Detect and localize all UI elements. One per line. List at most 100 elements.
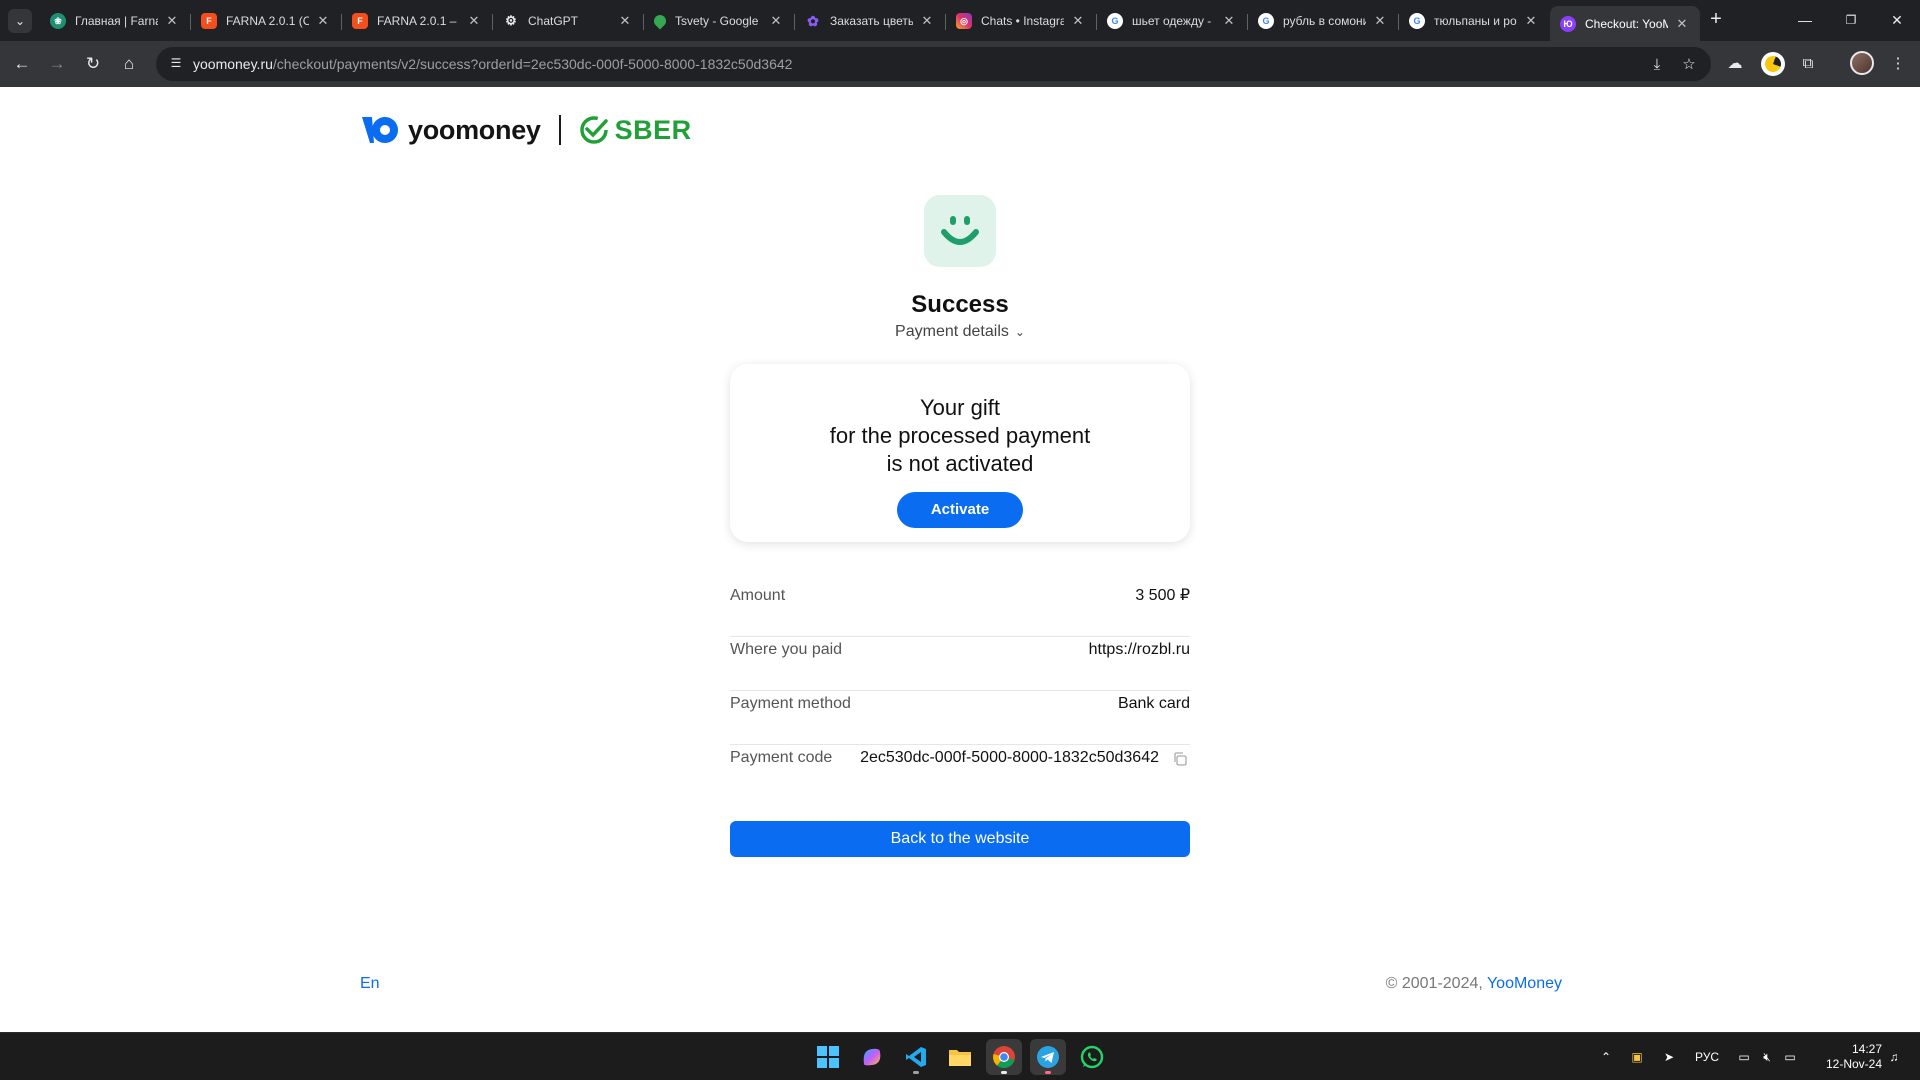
chatgpt-icon: ⚙: [505, 13, 517, 28]
site-info-icon[interactable]: ☰: [168, 56, 184, 72]
tab-figma-community[interactable]: F FARNA 2.0.1 (Community) ✕: [191, 6, 342, 36]
tab-google-search-3[interactable]: G тюльпаны и розы ✕: [1399, 6, 1549, 36]
battery-icon[interactable]: ▭: [1779, 1033, 1801, 1080]
browser-menu-icon[interactable]: ⋮: [1886, 52, 1910, 76]
farna-icon: ❀: [50, 13, 66, 29]
copyright: © 2001-2024, YooMoney: [1386, 975, 1562, 993]
detail-label: Payment code: [730, 749, 833, 766]
windows-start-icon[interactable]: [810, 1039, 846, 1075]
home-icon[interactable]: ⌂: [116, 51, 142, 77]
install-app-icon[interactable]: ⤓: [1647, 55, 1667, 75]
close-icon[interactable]: ✕: [164, 13, 180, 29]
activate-button[interactable]: Activate: [897, 492, 1023, 528]
checkout-page: yoomoney SBER Success Payment details ⌄ Y…: [0, 87, 1920, 1032]
copyright-text: © 2001-2024,: [1385, 975, 1483, 992]
url-text: yoomoney.ru/checkout/payments/v2/success…: [193, 56, 792, 72]
gift-line-1: Your gift: [920, 395, 1000, 420]
tab-title: FARNA 2.0.1 (Community): [226, 14, 309, 28]
tab-title: шьет одежду - Google: [1132, 14, 1215, 28]
sber-logo-icon: [579, 116, 608, 144]
brand-logo[interactable]: yoomoney SBER: [360, 113, 692, 147]
network-icon[interactable]: ▭: [1733, 1033, 1755, 1080]
notification-bell-icon[interactable]: ♫︎: [1884, 1033, 1904, 1080]
google-icon: G: [1258, 13, 1274, 29]
yoomoney-link[interactable]: YooMoney: [1487, 975, 1562, 992]
chevron-down-icon: ⌄: [1014, 325, 1025, 339]
success-smile-icon: [924, 195, 996, 267]
tab-chatgpt[interactable]: ⚙ ChatGPT ✕: [493, 6, 644, 36]
windows-taskbar: ⌃ ▣ ➤ РУС ▭ 🔇︎ ▭ 14:27 12-Nov-24 ♫︎: [0, 1032, 1920, 1080]
tray-terminal-icon[interactable]: ▣: [1626, 1033, 1648, 1080]
tray-chevron-up-icon[interactable]: ⌃: [1596, 1033, 1616, 1080]
minimize-button[interactable]: —: [1782, 0, 1828, 40]
close-icon[interactable]: ✕: [1070, 13, 1086, 29]
forward-arrow-icon[interactable]: →: [44, 51, 70, 77]
whatsapp-icon[interactable]: [1074, 1039, 1110, 1075]
detail-value: https://rozbl.ru: [1088, 641, 1190, 658]
sber-wordmark: SBER: [614, 114, 692, 145]
bookmark-star-icon[interactable]: ☆: [1679, 55, 1699, 75]
tab-checkout-yoomoney[interactable]: Ю Checkout: YooMoney ✕: [1550, 6, 1700, 41]
telegram-icon[interactable]: [1030, 1039, 1066, 1075]
page-title: Success: [911, 291, 1009, 318]
chrome-icon[interactable]: [986, 1039, 1022, 1075]
address-bar[interactable]: ☰ yoomoney.ru/checkout/payments/v2/succe…: [156, 47, 1711, 81]
back-arrow-icon[interactable]: ←: [9, 51, 35, 77]
payment-code-value: 2ec530dc-000f-5000-8000-1832c50d3642: [860, 749, 1159, 766]
tab-google-maps[interactable]: Tsvety - Google Maps ✕: [644, 6, 795, 36]
browser-toolbar: ← → ↻ ⌂ ☰ yoomoney.ru/checkout/payments/…: [0, 41, 1920, 87]
gift-message: Your gift for the processed payment is n…: [730, 394, 1190, 478]
tab-farna-home[interactable]: ❀ Главная | Farna ✕: [40, 6, 191, 36]
url-host: yoomoney.ru: [193, 56, 273, 72]
system-clock[interactable]: 14:27 12-Nov-24: [1826, 1042, 1882, 1072]
profile-avatar[interactable]: [1850, 51, 1874, 75]
tab-google-search-1[interactable]: G шьет одежду - Google ✕: [1097, 6, 1248, 36]
google-icon: G: [1409, 13, 1425, 29]
figma-icon: F: [201, 13, 217, 29]
detail-label: Payment method: [730, 695, 851, 712]
tab-instagram[interactable]: ◎ Chats • Instagram ✕: [946, 6, 1097, 36]
detail-value: Bank card: [1117, 695, 1190, 712]
close-icon[interactable]: ✕: [1523, 13, 1539, 29]
close-icon[interactable]: ✕: [315, 13, 331, 29]
file-explorer-icon[interactable]: [942, 1039, 978, 1075]
reload-icon[interactable]: ↻: [80, 51, 106, 77]
figma-icon: F: [352, 13, 368, 29]
tray-telegram-icon[interactable]: ➤: [1658, 1033, 1680, 1080]
language-switcher[interactable]: En: [360, 975, 380, 993]
copy-icon[interactable]: [1173, 752, 1187, 766]
close-icon[interactable]: ✕: [919, 13, 935, 29]
clock-time: 14:27: [1851, 1042, 1882, 1056]
tab-title: Tsvety - Google Maps: [675, 14, 762, 28]
close-icon[interactable]: ✕: [768, 13, 784, 29]
close-icon[interactable]: ✕: [466, 13, 482, 29]
pacman-extension-icon[interactable]: [1761, 52, 1785, 76]
detail-value: 3 500 ₽: [1135, 587, 1190, 604]
close-icon[interactable]: ✕: [617, 13, 633, 29]
payment-details-toggle[interactable]: Payment details ⌄: [860, 323, 1060, 341]
tab-title: рубль в сомони: [1283, 14, 1366, 28]
close-icon[interactable]: ✕: [1674, 16, 1690, 32]
url-path: /checkout/payments/v2/success?orderId=2e…: [272, 56, 793, 72]
window-close-button[interactable]: ✕: [1874, 0, 1920, 40]
new-tab-button[interactable]: +: [1704, 8, 1728, 32]
keyboard-language[interactable]: РУС: [1690, 1033, 1724, 1080]
tab-search-button[interactable]: ⌄: [8, 9, 32, 33]
close-icon[interactable]: ✕: [1221, 13, 1237, 29]
close-icon[interactable]: ✕: [1372, 13, 1388, 29]
google-icon: G: [1107, 13, 1123, 29]
tab-google-search-2[interactable]: G рубль в сомони ✕: [1248, 6, 1399, 36]
extension-cloud-icon[interactable]: ☁: [1723, 52, 1747, 76]
yoomoney-wordmark: yoomoney: [408, 114, 541, 145]
speaker-muted-icon[interactable]: 🔇︎: [1756, 1033, 1778, 1080]
tab-figma[interactable]: F FARNA 2.0.1 – Figma ✕: [342, 6, 493, 36]
extensions-puzzle-icon[interactable]: ⧉: [1796, 52, 1820, 76]
restore-button[interactable]: ❐: [1828, 0, 1874, 40]
back-to-website-button[interactable]: Back to the website: [730, 821, 1190, 857]
yoomoney-logo-icon: [362, 117, 398, 143]
copilot-icon[interactable]: [854, 1039, 890, 1075]
tab-flowers-order[interactable]: ✿ Заказать цветы ✕: [795, 6, 946, 36]
instagram-icon: ◎: [956, 13, 972, 29]
detail-row-amount: Amount 3 500 ₽: [730, 583, 1190, 637]
vscode-icon[interactable]: [898, 1039, 934, 1075]
